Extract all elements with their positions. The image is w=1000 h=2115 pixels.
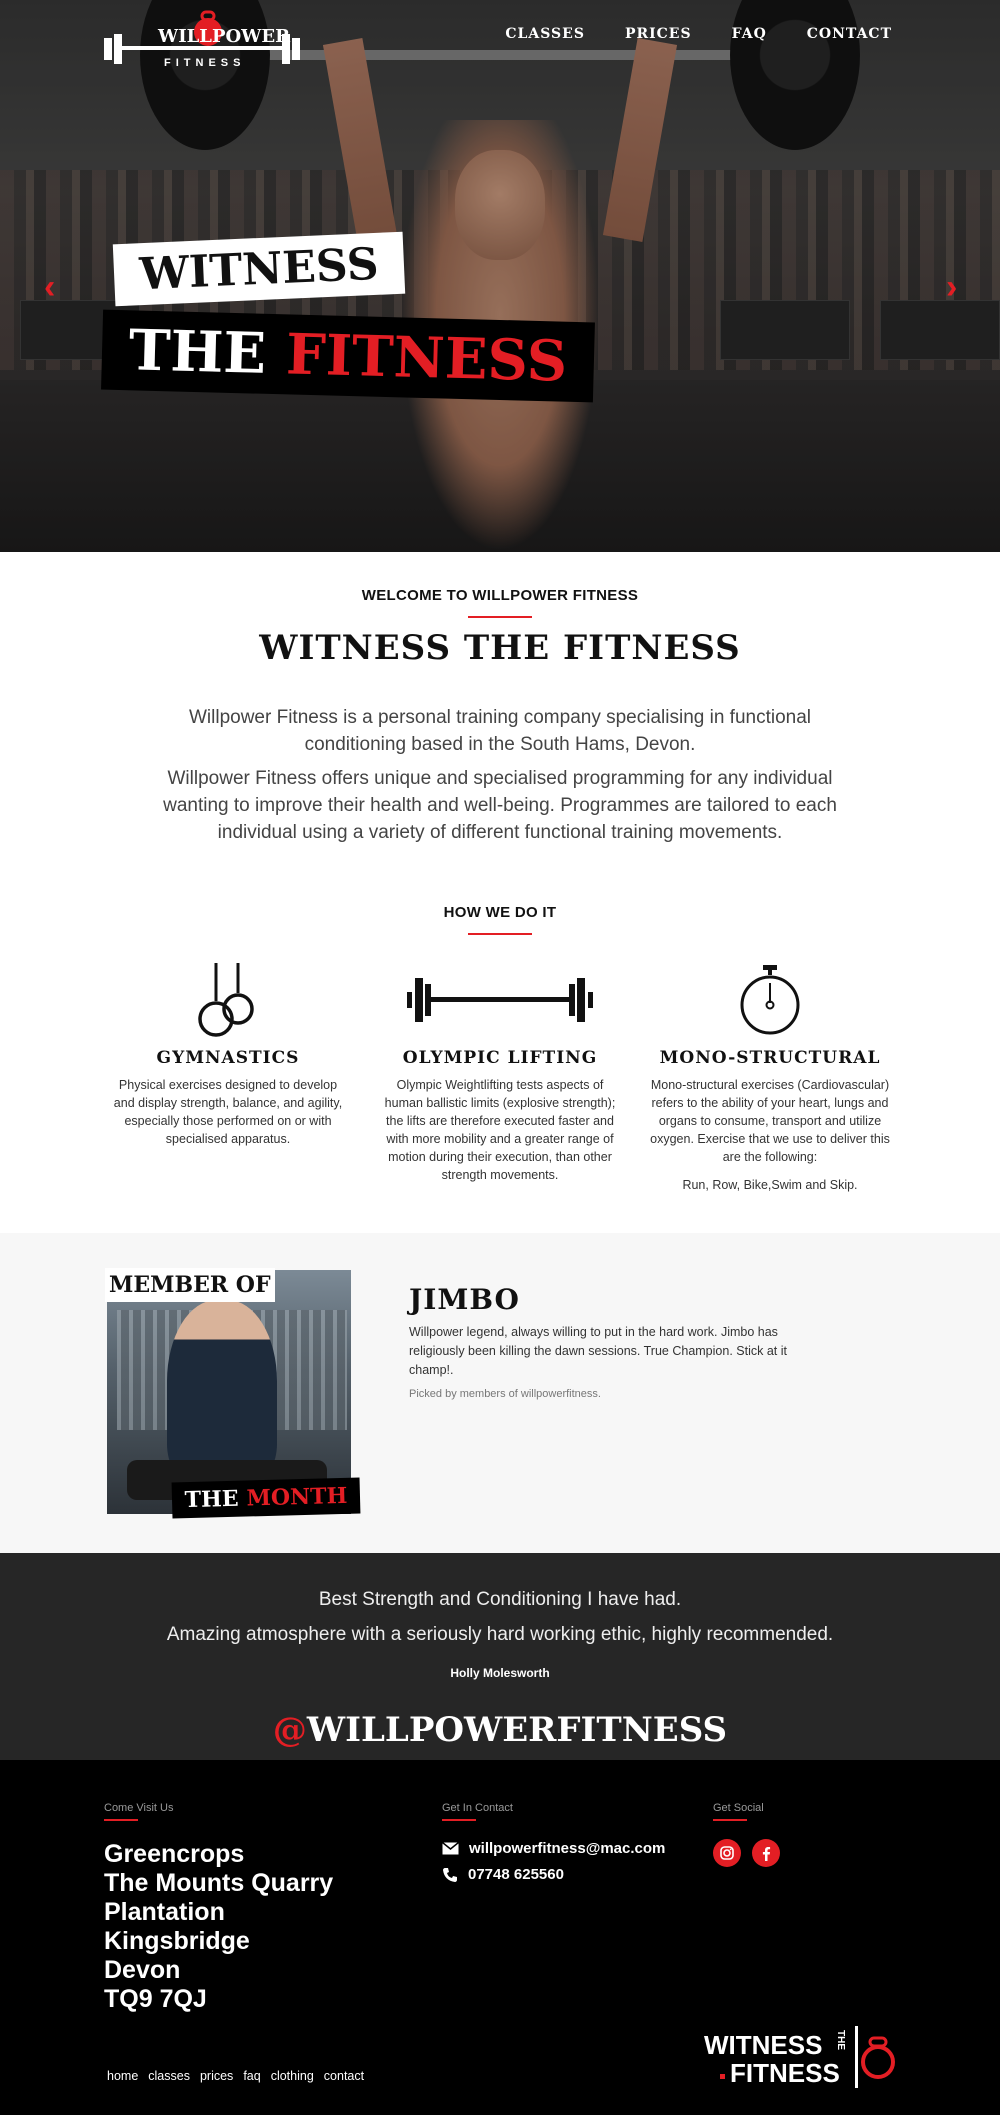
member-note: Picked by members of willpowerfitness. <box>409 1388 601 1400</box>
member-name: JIMBO <box>409 1283 520 1316</box>
footer-link-home[interactable]: home <box>107 2069 138 2083</box>
footer-phone[interactable]: 07748 625560 <box>468 1866 564 1883</box>
footer-social-divider <box>713 1819 747 1821</box>
hero-headline-the: THE <box>127 317 267 387</box>
member-photo <box>107 1270 351 1514</box>
service-olympic-lifting: OLYMPIC LIFTING Olympic Weightlifting te… <box>380 960 620 1184</box>
service-title: MONO-STRUCTURAL <box>659 1048 881 1068</box>
handle-at-sign: @ <box>272 1710 307 1750</box>
logo-text: WILLPOWER <box>157 26 291 47</box>
footer-link-clothing[interactable]: clothing <box>271 2069 314 2083</box>
service-text: Physical exercises designed to develop a… <box>113 1078 343 1146</box>
service-text: Mono-structural exercises (Cardiovascula… <box>650 1078 890 1164</box>
address-line: Devon <box>104 1956 181 1984</box>
hero-headline-witness: WITNESS <box>138 238 380 300</box>
address-line: Plantation <box>104 1898 225 1926</box>
service-title: OLYMPIC LIFTING <box>402 1048 598 1068</box>
nav-faq[interactable]: FAQ <box>732 26 767 42</box>
member-photo-person <box>167 1300 277 1480</box>
footer-contact-label: Get In Contact <box>442 1802 513 1814</box>
service-mono-structural: MONO-STRUCTURAL Mono-structural exercise… <box>650 960 890 1194</box>
member-badge-month: MONTH <box>246 1482 348 1512</box>
address-line: Kingsbridge <box>104 1927 250 1955</box>
footer-visit-label: Come Visit Us <box>104 1802 174 1814</box>
footer-social-label: Get Social <box>713 1802 764 1814</box>
welcome-label: WELCOME TO WILLPOWER FITNESS <box>361 587 639 604</box>
welcome-paragraph-2: Willpower Fitness offers unique and spec… <box>163 768 837 843</box>
service-text: Olympic Weightlifting tests aspects of h… <box>384 1078 616 1182</box>
member-badge-bottom: THE MONTH <box>171 1477 361 1519</box>
barbell-icon <box>380 960 620 1040</box>
member-badge-top: MEMBER OF <box>105 1268 275 1302</box>
footer-email-row[interactable]: willpowerfitness@mac.com <box>442 1840 665 1857</box>
how-divider <box>468 933 532 935</box>
welcome-divider <box>468 616 532 618</box>
member-badge-the: THE <box>184 1485 239 1514</box>
phone-icon <box>443 1867 457 1882</box>
slider-next-arrow[interactable]: › <box>946 268 957 307</box>
footer-logo-the: THE <box>835 2030 846 2050</box>
hero-headline-line2: THE FITNESS <box>101 309 595 403</box>
hero-headline-fitness: FITNESS <box>285 321 568 395</box>
testimonial-author: Holly Molesworth <box>450 1666 550 1680</box>
nav-prices[interactable]: PRICES <box>625 26 692 42</box>
footer-link-prices[interactable]: prices <box>200 2069 233 2083</box>
slider-prev-arrow[interactable]: ‹ <box>44 268 55 307</box>
testimonial-quote-line1: Best Strength and Conditioning I have ha… <box>318 1589 682 1610</box>
footer-logo-line1: WITNESS <box>704 2030 822 2060</box>
service-title: GYMNASTICS <box>156 1048 300 1068</box>
nav-contact[interactable]: CONTACT <box>807 26 892 42</box>
social-handle[interactable]: @WILLPOWERFITNESS <box>0 1710 1000 1750</box>
welcome-title: WITNESS THE FITNESS <box>259 628 741 668</box>
facebook-icon[interactable] <box>752 1839 780 1867</box>
address-line: TQ9 7QJ <box>104 1985 207 2013</box>
hero-headline-line1: WITNESS <box>112 231 406 307</box>
witness-the-fitness-logo: WITNESS FITNESS THE <box>704 2026 895 2088</box>
member-description: Willpower legend, always willing to put … <box>409 1325 787 1377</box>
footer-link-faq[interactable]: faq <box>243 2069 260 2083</box>
willpower-logo[interactable]: WILLPOWER FITNESS <box>104 8 300 74</box>
stopwatch-icon <box>650 960 890 1040</box>
handle-name: WILLPOWERFITNESS <box>306 1710 728 1750</box>
hero-banner: WILLPOWER FITNESS CLASSES PRICES FAQ CON… <box>0 0 1000 552</box>
service-gymnastics: GYMNASTICS Physical exercises designed t… <box>108 960 348 1148</box>
footer-nav: home classes prices faq clothing contact <box>107 2069 364 2083</box>
footer-phone-row[interactable]: 07748 625560 <box>442 1866 564 1883</box>
logo-subtext: FITNESS <box>164 57 245 69</box>
footer-email[interactable]: willpowerfitness@mac.com <box>469 1840 665 1857</box>
how-label: HOW WE DO IT <box>443 904 557 921</box>
instagram-icon[interactable] <box>713 1839 741 1867</box>
address-line: Greencrops <box>104 1840 245 1868</box>
address-line: The Mounts Quarry <box>104 1869 334 1897</box>
footer-address: Greencrops The Mounts Quarry Plantation … <box>104 1840 333 2014</box>
footer-logo-line2: FITNESS <box>730 2058 840 2088</box>
testimonial-quote-line2: Amazing atmosphere with a seriously hard… <box>166 1624 834 1645</box>
nav-classes[interactable]: CLASSES <box>505 26 585 42</box>
service-extra-text: Run, Row, Bike,Swim and Skip. <box>682 1178 858 1192</box>
member-badge-top-text: MEMBER OF <box>109 1272 271 1298</box>
footer-link-contact[interactable]: contact <box>324 2069 364 2083</box>
footer-visit-divider <box>104 1819 138 1821</box>
rings-icon <box>108 960 348 1040</box>
main-nav: CLASSES PRICES FAQ CONTACT <box>465 26 892 42</box>
footer-link-classes[interactable]: classes <box>148 2069 190 2083</box>
welcome-paragraph-1: Willpower Fitness is a personal training… <box>188 707 812 755</box>
envelope-icon <box>442 1842 459 1855</box>
footer-contact-divider <box>442 1819 476 1821</box>
